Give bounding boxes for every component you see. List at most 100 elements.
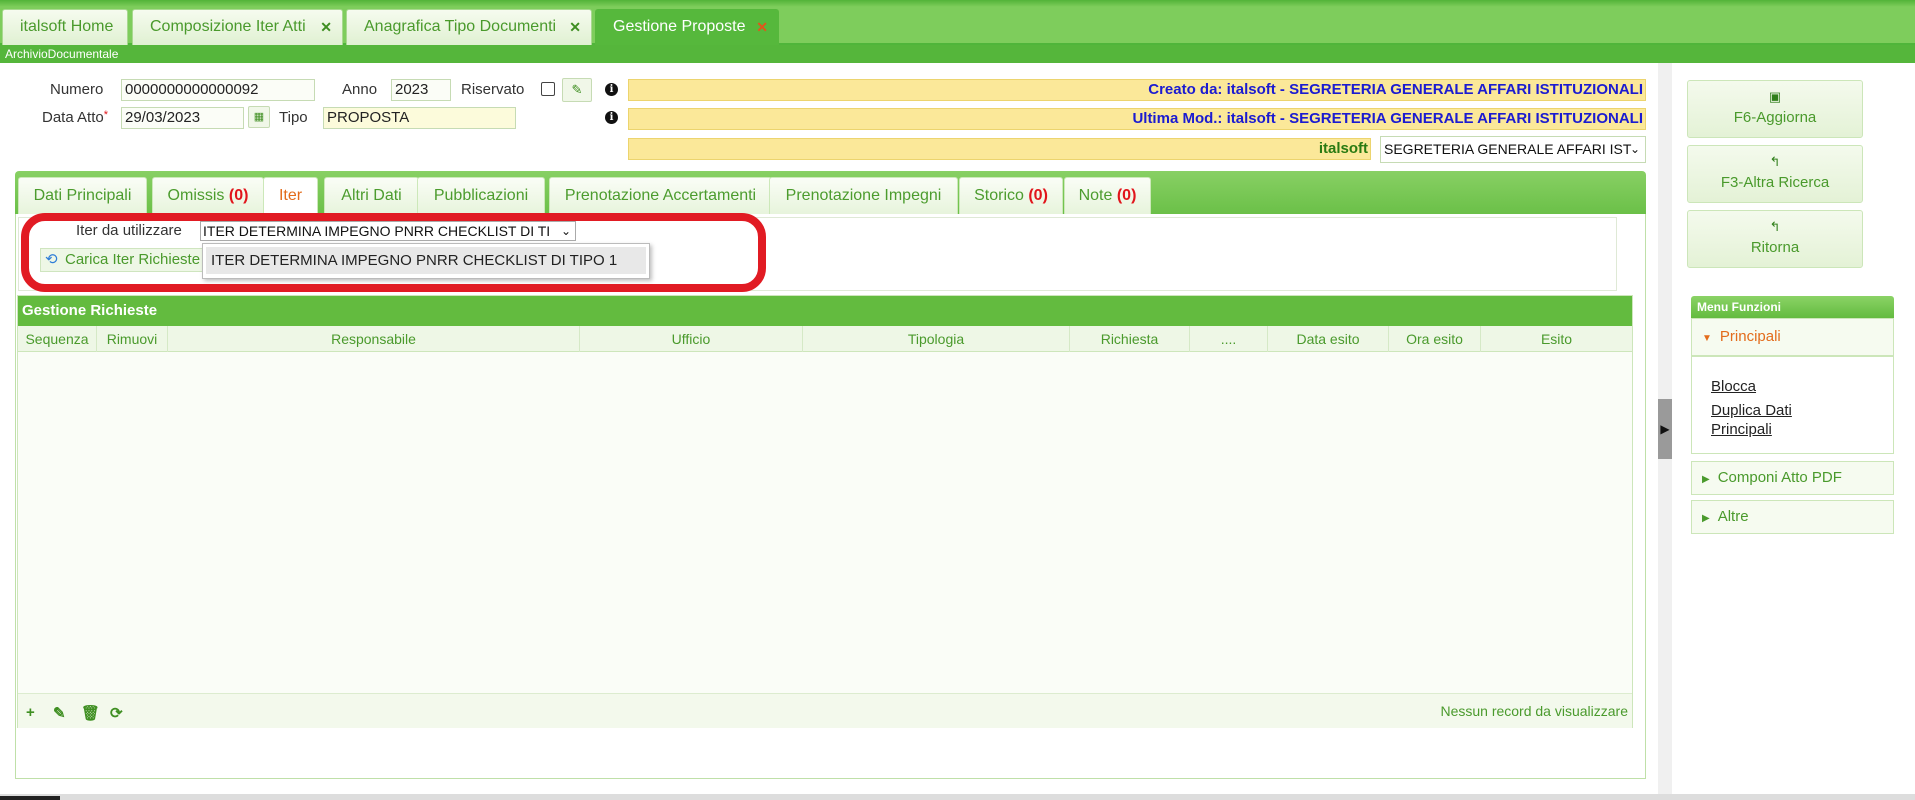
column-header[interactable]: Richiesta [1070,326,1190,352]
created-by-bar: Creato da: italsoft - SEGRETERIA GENERAL… [628,79,1646,101]
column-header[interactable]: Data esito [1268,326,1389,352]
tab-label: Iter [278,187,303,204]
edit-icon[interactable]: ✎ [562,78,592,102]
close-icon[interactable]: ✕ [569,10,581,44]
tab-label: Anagrafica Tipo Documenti [364,18,557,35]
top-stripe [0,0,1915,7]
column-header[interactable]: Esito [1481,326,1632,352]
tab-label: Pubblicazioni [433,187,529,204]
grid-columns: Sequenza Rimuovi Responsabile Ufficio Ti… [18,326,1632,352]
tab-label: Note [1078,187,1113,204]
column-header[interactable]: Responsabile [168,326,580,352]
tab-label: Composizione Iter Atti [150,18,306,35]
empty-message: Nessun record da visualizzare [1440,703,1628,719]
grid-title: Gestione Richieste [18,296,1632,326]
edit-icon[interactable]: ✎ [53,704,66,722]
anno-field[interactable]: 2023 [391,79,451,101]
refresh-icon[interactable]: ⟳ [110,704,123,722]
tab-label: Gestione Proposte [613,18,746,35]
tab-omissis[interactable]: Omissis (0) [152,177,264,214]
numero-field[interactable]: 0000000000000092 [121,79,315,101]
aggiorna-button[interactable]: ▣ F6-Aggiorna [1687,80,1863,138]
data-atto-label-text: Data Atto [42,109,104,126]
tab-altri-dati[interactable]: Altri Dati [324,177,419,214]
required-mark: * [103,109,108,121]
data-atto-label: Data Atto* [42,109,108,126]
chevron-down-icon: ⌄ [1629,142,1640,156]
column-header[interactable]: Ora esito [1389,326,1481,352]
column-header[interactable]: Ufficio [580,326,803,352]
menu-section-principali[interactable]: ▼ Principali [1691,318,1894,356]
tab-dati-principali[interactable]: Dati Principali [18,177,147,214]
tab-label: Prenotazione Accertamenti [564,187,757,204]
side-panel: ▣ F6-Aggiorna ↰ F3-Altra Ricerca ↰ Ritorna … [1673,63,1915,794]
tab-pubblicazioni[interactable]: Pubblicazioni [417,177,545,214]
collapse-arrow-icon[interactable]: ▶ [1658,399,1672,459]
tab-label: Storico [974,187,1024,204]
menu-section-altre[interactable]: ▶ Altre [1691,500,1894,534]
numero-label: Numero [50,81,104,98]
bottom-edge [0,794,1915,800]
tab-label: Altri Dati [341,187,402,204]
tab-note[interactable]: Note (0) [1064,177,1151,214]
add-icon[interactable]: + [26,704,35,721]
button-label: F3-Altra Ricerca [1720,174,1830,191]
splitter[interactable]: ▶ [1658,63,1672,794]
tab-prenotazione-impegni[interactable]: Prenotazione Impegni [769,177,958,214]
info-icon[interactable]: i [605,83,618,96]
calendar-icon[interactable]: ▦ [248,106,270,128]
office-select-value: SEGRETERIA GENERALE AFFARI IST [1384,141,1632,157]
riservato-label: Riservato [461,81,525,98]
close-icon[interactable]: ✕ [320,10,332,44]
user-bar: italsoft [628,138,1371,160]
triangle-right-icon: ▶ [1702,513,1710,524]
tab-anagrafica-tipo-documenti[interactable]: Anagrafica Tipo Documenti ✕ [346,9,592,45]
tab-iter[interactable]: Iter [263,177,318,214]
column-header[interactable]: Sequenza [18,326,97,352]
menu-section-body: Blocca Duplica Dati Principali [1691,356,1894,454]
riservato-checkbox[interactable] [541,82,555,96]
window-tabs: italsoft Home Composizione Iter Atti ✕ An… [0,7,1915,45]
altra-ricerca-button[interactable]: ↰ F3-Altra Ricerca [1687,145,1863,203]
tab-label: Omissis [167,187,225,204]
count-badge: (0) [1028,187,1048,204]
data-atto-field[interactable]: 29/03/2023 [121,107,244,129]
tab-storico[interactable]: Storico (0) [959,177,1063,214]
info-icon[interactable]: i [605,111,618,124]
tipo-field[interactable]: PROPOSTA [323,107,516,129]
button-label: F6-Aggiorna [1733,109,1817,126]
back-icon: ↰ [1769,154,1781,169]
column-header[interactable]: Tipologia [803,326,1070,352]
inner-tabs: Dati Principali Omissis (0) Iter Altri D… [15,171,1646,214]
button-label: Ritorna [1750,239,1800,256]
highlight-ring [21,213,766,292]
duplica-dati-link[interactable]: Duplica Dati Principali [1711,401,1821,439]
ritorna-button[interactable]: ↰ Ritorna [1687,210,1863,268]
tab-composizione-iter-atti[interactable]: Composizione Iter Atti ✕ [132,9,343,45]
tab-italsoft-home[interactable]: italsoft Home [2,9,128,45]
requests-grid: Gestione Richieste Sequenza Rimuovi Resp… [17,295,1633,728]
bottom-edge-mark [0,796,60,800]
office-select[interactable]: SEGRETERIA GENERALE AFFARI IST ⌄ [1380,136,1646,163]
tab-label: Dati Principali [33,187,132,204]
delete-icon[interactable]: 🗑 [81,704,100,722]
back-icon: ↰ [1769,219,1781,234]
close-icon[interactable]: ✕ [756,10,768,44]
save-icon: ▣ [1768,89,1782,104]
tipo-label: Tipo [279,109,308,126]
section-label: Componi Atto PDF [1717,469,1842,486]
tab-prenotazione-accertamenti[interactable]: Prenotazione Accertamenti [549,177,772,214]
count-badge: (0) [228,187,249,204]
tab-label: italsoft Home [20,18,114,35]
last-modified-bar: Ultima Mod.: italsoft - SEGRETERIA GENER… [628,108,1646,130]
column-header[interactable]: Rimuovi [97,326,168,352]
blocca-link[interactable]: Blocca [1711,377,1756,396]
triangle-right-icon: ▶ [1702,474,1710,485]
column-header[interactable]: .... [1190,326,1268,352]
count-badge: (0) [1116,187,1137,204]
tab-gestione-proposte[interactable]: Gestione Proposte ✕ [595,9,779,45]
anno-label: Anno [342,81,378,98]
section-label: Altre [1717,508,1749,525]
menu-section-componi-atto-pdf[interactable]: ▶ Componi Atto PDF [1691,461,1894,495]
triangle-down-icon: ▼ [1702,333,1712,344]
